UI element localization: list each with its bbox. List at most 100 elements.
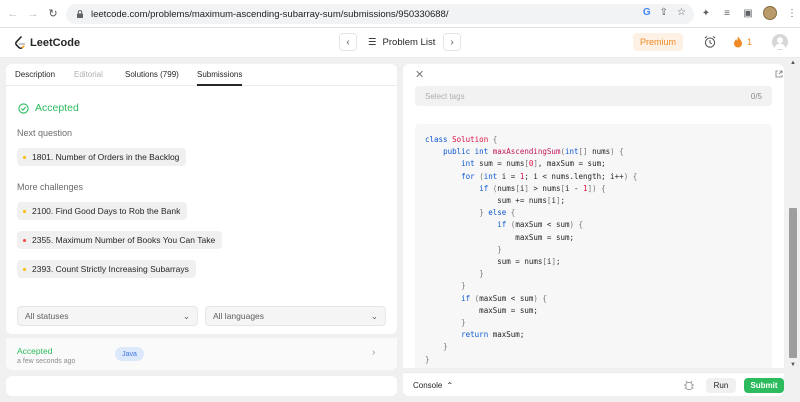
status-filter-value: All statuses (25, 311, 69, 321)
difficulty-dot (23, 238, 26, 242)
side-panel-icon[interactable]: ▣ (742, 8, 754, 19)
code-line: } (425, 354, 430, 364)
chevron-right-icon: › (372, 347, 376, 358)
chevron-left-icon: ‹ (346, 36, 350, 48)
challenge-link[interactable]: 2393. Count Strictly Increasing Subarray… (17, 260, 196, 278)
extensions-icon[interactable]: ✦ (700, 8, 712, 19)
browser-menu-icon[interactable]: ⋮ (786, 8, 798, 19)
submission-time: a few seconds ago (17, 358, 76, 365)
language-filter-select[interactable]: All languages ⌄ (205, 306, 386, 326)
submission-status: Accepted (17, 346, 53, 356)
problem-list-link[interactable]: ☰ Problem List (368, 37, 435, 48)
profile-avatar[interactable] (763, 6, 777, 20)
code-line: } (461, 318, 466, 328)
scroll-down-arrow-icon[interactable]: ▼ (790, 362, 796, 368)
lock-icon (77, 10, 83, 18)
close-icon[interactable]: ✕ (415, 68, 424, 81)
prev-problem-button[interactable]: ‹ (339, 33, 357, 51)
code-line: } (497, 244, 502, 254)
list-icon: ☰ (368, 37, 377, 48)
next-question-heading: Next question (17, 128, 73, 138)
language-badge: Java (115, 347, 144, 361)
alarm-clock-icon[interactable] (703, 35, 717, 49)
scrollbar-thumb[interactable] (789, 208, 797, 358)
page-scrollbar[interactable]: ▲ ▼ (786, 58, 800, 370)
code-line: if (maxSum < sum) { (497, 220, 584, 230)
accepted-label: Accepted (35, 102, 79, 114)
scroll-up-arrow-icon[interactable]: ▲ (790, 60, 796, 66)
forward-icon[interactable]: → (26, 7, 40, 21)
next-question-link[interactable]: 1801. Number of Orders in the Backlog (17, 148, 187, 166)
submission-panel: Description Editorial Solutions (799) Su… (6, 64, 397, 334)
code-block: class Solution { public int maxAscending… (415, 124, 772, 368)
reload-icon[interactable]: ↻ (46, 7, 60, 21)
premium-button[interactable]: Premium (633, 33, 683, 51)
code-line: } (443, 342, 448, 352)
submission-row[interactable]: Accepted a few seconds ago Java › (6, 338, 397, 370)
code-line: sum += nums[i]; (425, 196, 565, 206)
code-line: if (nums[i] > nums[i - 1]) { (479, 183, 606, 193)
difficulty-dot (23, 209, 26, 213)
more-challenges-heading: More challenges (17, 182, 84, 192)
challenge-link[interactable]: 2100. Find Good Days to Rob the Bank (17, 202, 188, 220)
challenge-label: 2355. Maximum Number of Books You Can Ta… (32, 235, 216, 245)
challenge-link[interactable]: 2355. Maximum Number of Books You Can Ta… (17, 231, 223, 249)
chevron-down-icon: ⌄ (182, 310, 190, 321)
streak-counter[interactable]: 1 (733, 36, 752, 48)
difficulty-dot (23, 155, 26, 159)
code-line: int sum = nums[0], maxSum = sum; (461, 159, 606, 169)
run-button[interactable]: Run (706, 378, 736, 393)
chevron-down-icon: ⌄ (370, 310, 378, 321)
code-line: public int maxAscendingSum(int[] nums) { (443, 147, 624, 157)
google-icon[interactable]: G (643, 7, 651, 18)
tab-bar: Description Editorial Solutions (799) Su… (6, 64, 397, 86)
bookmark-star-icon[interactable]: ☆ (677, 7, 686, 18)
chevron-up-icon: ⌃ (446, 381, 454, 390)
left-panel-footer (6, 376, 397, 396)
submission-detail-panel: ✕ Select tags 0/5 class Solution { publi… (403, 64, 784, 368)
share-icon[interactable]: ⇪ (660, 7, 668, 18)
app-header: LeetCode ‹ ☰ Problem List › Premium 1 (0, 28, 800, 58)
chevron-right-icon: › (450, 36, 454, 48)
accepted-status: Accepted (18, 102, 79, 114)
next-problem-button[interactable]: › (443, 33, 461, 51)
tab-description[interactable]: Description (15, 70, 55, 79)
code-line: if (maxSum < sum) { (461, 293, 547, 303)
editor-footer: Console ⌃ Run Submit (403, 372, 784, 396)
challenge-label: 2100. Find Good Days to Rob the Bank (32, 206, 181, 216)
leetcode-logo-icon (15, 36, 26, 50)
submit-button[interactable]: Submit (744, 378, 784, 393)
streak-count: 1 (747, 37, 753, 47)
problem-list-label: Problem List (382, 37, 436, 48)
back-icon[interactable]: ← (6, 7, 20, 21)
tab-editorial[interactable]: Editorial (74, 70, 103, 79)
user-icon (774, 37, 786, 49)
code-line: return maxSum; (461, 330, 525, 340)
debugger-icon[interactable] (683, 379, 695, 391)
code-line: } (479, 269, 484, 279)
tags-placeholder: Select tags (425, 92, 465, 101)
code-line: for (int i = 1; i < nums.length; i++) { (461, 171, 638, 181)
leetcode-logo[interactable]: LeetCode (14, 36, 80, 50)
next-question-label: 1801. Number of Orders in the Backlog (32, 152, 180, 162)
tags-select[interactable]: Select tags 0/5 (415, 86, 772, 106)
logo-text: LeetCode (30, 37, 81, 49)
address-bar[interactable]: leetcode.com/problems/maximum-ascending-… (66, 4, 694, 24)
challenge-label: 2393. Count Strictly Increasing Subarray… (32, 264, 189, 274)
code-line: maxSum = sum; (425, 305, 538, 315)
flame-icon (734, 36, 742, 48)
media-queue-icon[interactable]: ≡ (721, 8, 733, 19)
external-link-icon[interactable] (775, 70, 783, 78)
browser-toolbar: ← → ↻ leetcode.com/problems/maximum-asce… (0, 0, 800, 28)
tab-solutions[interactable]: Solutions (799) (125, 70, 179, 79)
user-avatar[interactable] (772, 34, 788, 50)
status-filter-select[interactable]: All statuses ⌄ (17, 306, 198, 326)
console-toggle[interactable]: Console ⌃ (413, 381, 453, 390)
difficulty-dot (23, 267, 26, 271)
tab-submissions[interactable]: Submissions (197, 70, 243, 86)
code-line: maxSum = sum; (425, 232, 575, 242)
code-line: class Solution { (425, 135, 498, 144)
check-circle-icon (18, 102, 29, 114)
code-line: sum = nums[i]; (425, 257, 561, 267)
url-text: leetcode.com/problems/maximum-ascending-… (91, 8, 449, 20)
